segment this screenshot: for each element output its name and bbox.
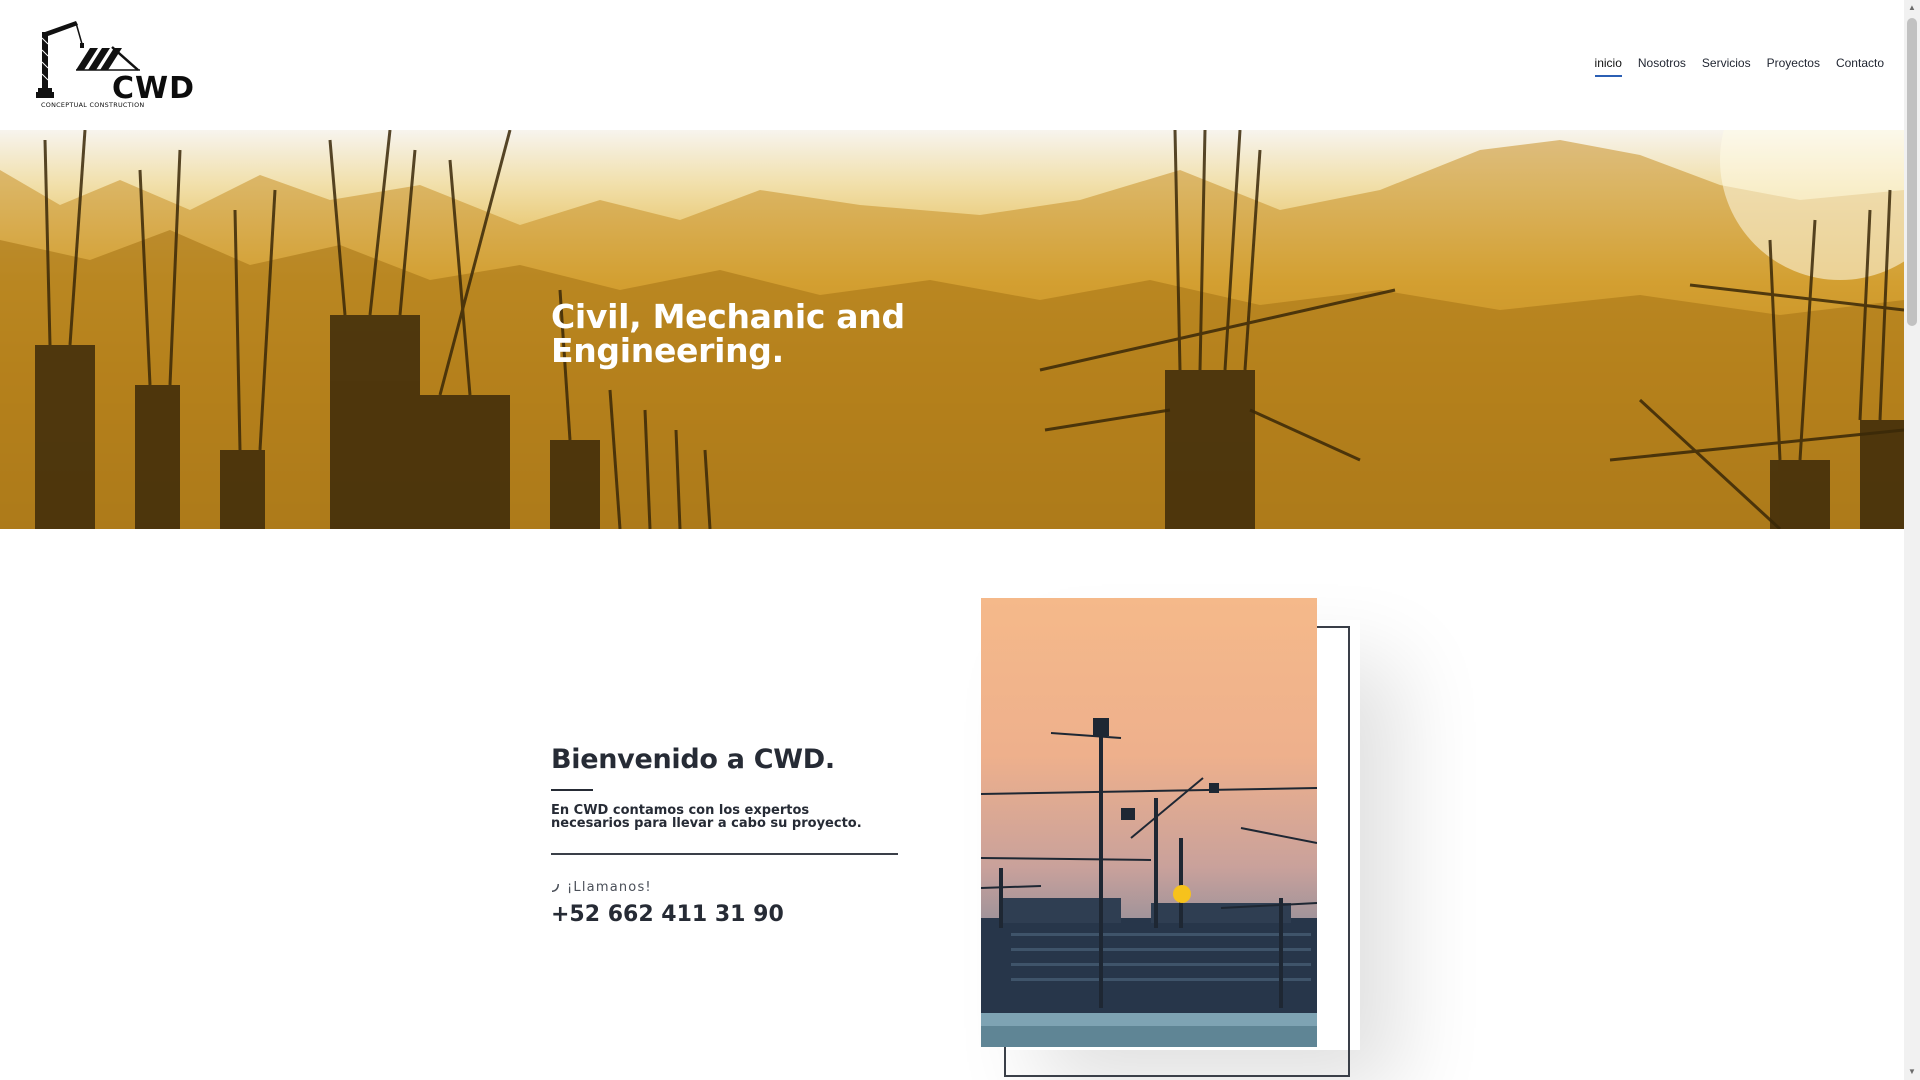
- scroll-up-arrow-icon[interactable]: ▲: [1904, 0, 1920, 16]
- call-label-text: ¡Llamanos!: [567, 880, 652, 895]
- welcome-title: Bienvenido a CWD.: [551, 744, 835, 775]
- nav-item-nosotros[interactable]: Nosotros: [1638, 56, 1686, 77]
- nav-item-proyectos[interactable]: Proyectos: [1767, 56, 1820, 77]
- title-underline: [551, 789, 593, 791]
- nav-item-contacto[interactable]: Contacto: [1836, 56, 1884, 77]
- site-header: CWD CONCEPTUAL CONSTRUCTION inicio Nosot…: [0, 0, 1904, 131]
- scroll-down-arrow-icon[interactable]: ▼: [1904, 1064, 1920, 1080]
- hero-title: Civil, Mechanic and Engineering.: [551, 297, 905, 370]
- hero-banner: Civil, Mechanic and Engineering.: [0, 130, 1904, 529]
- page-scrollbar[interactable]: ▲ ▼: [1904, 0, 1920, 1080]
- site-logo[interactable]: CWD CONCEPTUAL CONSTRUCTION: [36, 18, 194, 112]
- logo-subtitle: CONCEPTUAL CONSTRUCTION: [41, 101, 145, 109]
- scrollbar-thumb[interactable]: [1907, 18, 1917, 326]
- cranes-photo: [981, 598, 1317, 1047]
- section-divider: [551, 853, 898, 855]
- nav-item-inicio[interactable]: inicio: [1594, 56, 1622, 77]
- cranes-photo-image: [981, 718, 1317, 1047]
- call-label: ¡Llamanos!: [551, 880, 652, 895]
- welcome-text: En CWD contamos con los expertos necesar…: [551, 803, 862, 831]
- main-nav: inicio Nosotros Servicios Proyectos Cont…: [1594, 56, 1884, 77]
- phone-icon: [552, 883, 559, 892]
- nav-item-servicios[interactable]: Servicios: [1702, 56, 1751, 77]
- phone-number-link[interactable]: +52 662 411 31 90: [551, 902, 784, 927]
- logo-text: CWD: [112, 71, 196, 106]
